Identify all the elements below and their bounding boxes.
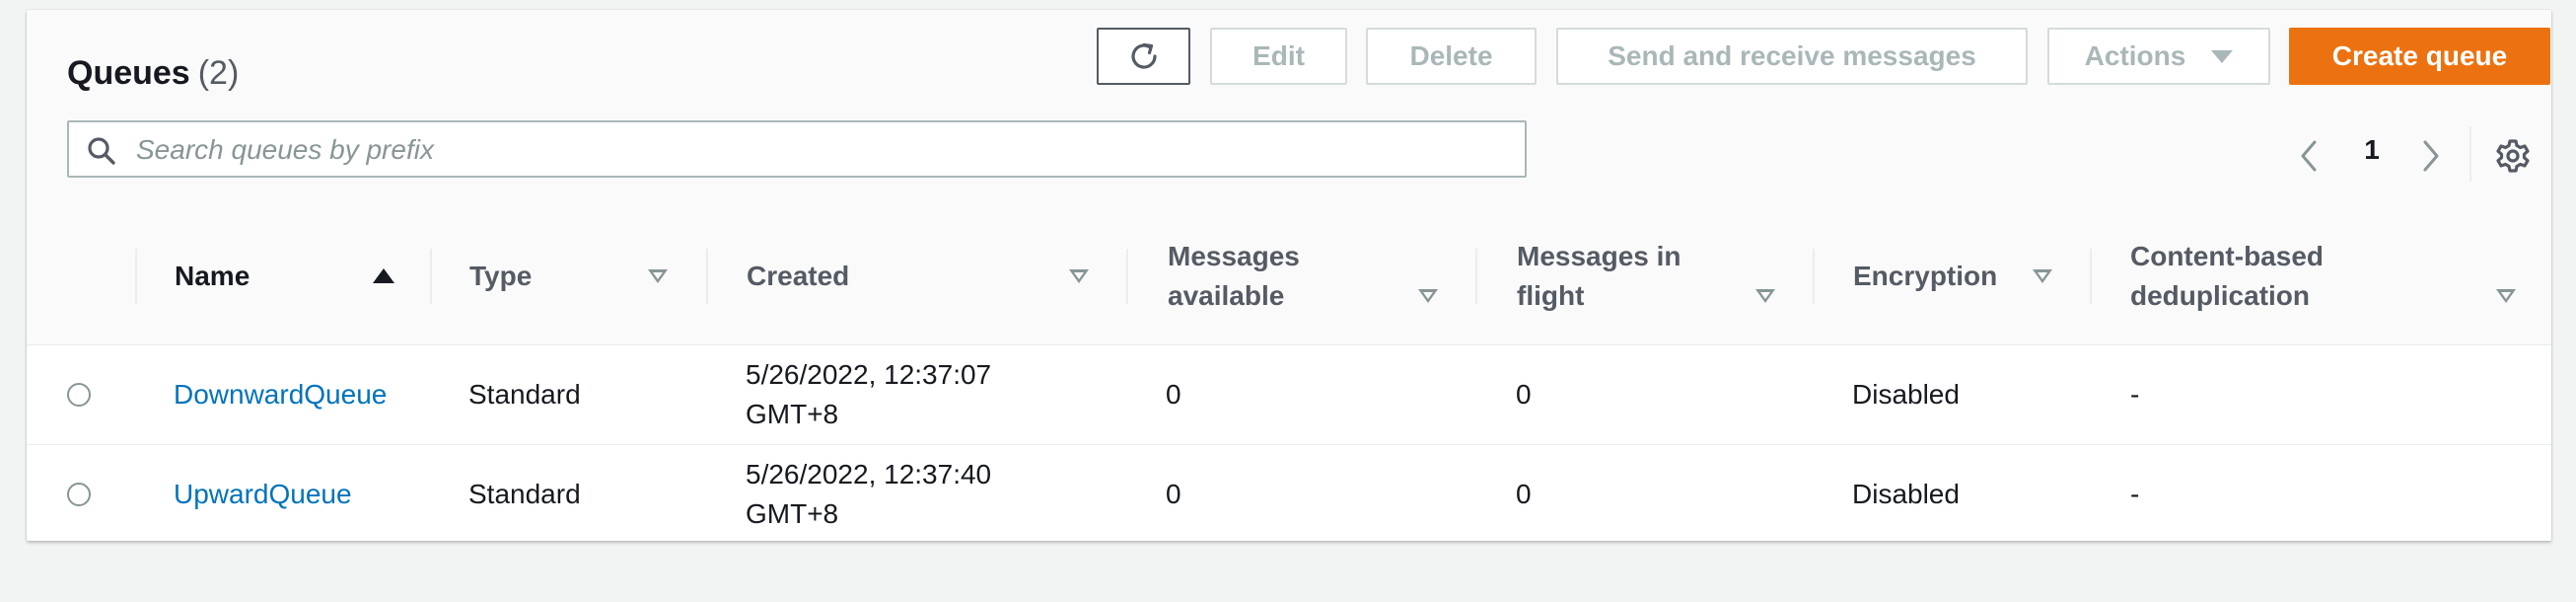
edit-button[interactable]: Edit xyxy=(1210,28,1347,85)
pagination-divider xyxy=(2469,126,2471,182)
table-row[interactable]: DownwardQueue Standard 5/26/2022, 12:37:… xyxy=(27,345,2551,445)
messages-in-flight-cell: 0 xyxy=(1516,479,1532,509)
created-timezone: GMT+8 xyxy=(746,399,839,429)
encryption-cell: Disabled xyxy=(1852,379,1960,410)
queue-type-cell: Standard xyxy=(468,379,581,410)
created-date: 5/26/2022, 12:37:40 xyxy=(746,459,992,489)
column-divider xyxy=(706,249,708,304)
column-header-label: Name xyxy=(175,260,250,291)
row-select-radio[interactable] xyxy=(67,383,91,407)
column-header-encryption[interactable]: Encryption xyxy=(1853,207,2050,344)
queue-created-cell: 5/26/2022, 12:37:40 GMT+8 xyxy=(746,445,991,541)
column-header-label: Created xyxy=(747,260,850,291)
created-date: 5/26/2022, 12:37:07 xyxy=(746,359,992,390)
column-divider xyxy=(2090,249,2092,304)
queues-panel: Queues (2) Edit Delete Send and receive m… xyxy=(27,10,2551,541)
column-divider xyxy=(1475,249,1477,304)
column-header-label: Messages available xyxy=(1168,240,1300,311)
column-header-label: Encryption xyxy=(1853,260,1998,291)
queue-count: (2) xyxy=(197,54,240,92)
refresh-icon xyxy=(1130,42,1157,69)
create-queue-button[interactable]: Create queue xyxy=(2289,28,2550,85)
sort-icon[interactable] xyxy=(2496,289,2516,303)
actions-dropdown[interactable]: Actions xyxy=(2047,28,2270,85)
created-timezone: GMT+8 xyxy=(746,498,839,529)
deduplication-cell: - xyxy=(2130,479,2140,509)
queue-name-cell: UpwardQueue xyxy=(174,445,352,541)
column-header-content-based-deduplication[interactable]: Content-based deduplication xyxy=(2130,207,2387,344)
sort-icon[interactable] xyxy=(1418,289,1438,303)
current-page-number[interactable]: 1 xyxy=(2352,134,2392,166)
refresh-button[interactable] xyxy=(1097,28,1190,85)
chevron-right-icon[interactable] xyxy=(2417,136,2445,176)
actions-label: Actions xyxy=(2084,40,2186,71)
row-select-radio[interactable] xyxy=(67,483,91,506)
page-title: Queues (2) xyxy=(67,54,239,93)
search-icon xyxy=(88,137,115,165)
table-header: Name Type Created Messages available Mes… xyxy=(27,207,2551,345)
queue-created-cell: 5/26/2022, 12:37:07 GMT+8 xyxy=(746,345,991,444)
delete-button[interactable]: Delete xyxy=(1366,28,1537,85)
search-input[interactable] xyxy=(134,128,1509,172)
queue-type-cell: Standard xyxy=(468,479,581,509)
messages-available-cell: 0 xyxy=(1166,379,1181,410)
page-title-text: Queues xyxy=(67,54,190,92)
deduplication-cell: - xyxy=(2130,379,2140,410)
chevron-left-icon[interactable] xyxy=(2295,136,2323,176)
column-header-label: Content-based deduplication xyxy=(2130,240,2324,311)
sort-icon[interactable] xyxy=(1069,269,1089,283)
encryption-cell: Disabled xyxy=(1852,479,1960,509)
messages-available-cell: 0 xyxy=(1166,479,1181,509)
column-header-messages-available[interactable]: Messages available xyxy=(1168,207,1365,344)
queue-name-link[interactable]: DownwardQueue xyxy=(174,375,387,414)
send-receive-messages-button[interactable]: Send and receive messages xyxy=(1556,28,2028,85)
column-divider xyxy=(135,249,137,304)
queue-name-link[interactable]: UpwardQueue xyxy=(174,475,352,514)
column-header-messages-in-flight[interactable]: Messages in flight xyxy=(1517,207,1714,344)
panel-header: Queues (2) Edit Delete Send and receive m… xyxy=(27,10,2551,208)
column-divider xyxy=(1126,249,1128,304)
sort-icon[interactable] xyxy=(2033,269,2052,283)
gear-icon[interactable] xyxy=(2495,138,2531,174)
queue-name-cell: DownwardQueue xyxy=(174,345,387,444)
table-row[interactable]: UpwardQueue Standard 5/26/2022, 12:37:40… xyxy=(27,445,2551,541)
messages-in-flight-cell: 0 xyxy=(1516,379,1532,410)
column-divider xyxy=(430,249,432,304)
column-divider xyxy=(1813,249,1815,304)
search-box[interactable] xyxy=(67,120,1527,178)
caret-down-icon xyxy=(2211,49,2234,63)
sort-ascending-icon[interactable] xyxy=(373,268,394,283)
sort-icon[interactable] xyxy=(648,269,668,283)
sort-icon[interactable] xyxy=(1755,289,1775,303)
column-header-label: Type xyxy=(469,260,533,291)
column-header-label: Messages in flight xyxy=(1517,240,1682,311)
column-header-created[interactable]: Created xyxy=(747,207,1121,344)
